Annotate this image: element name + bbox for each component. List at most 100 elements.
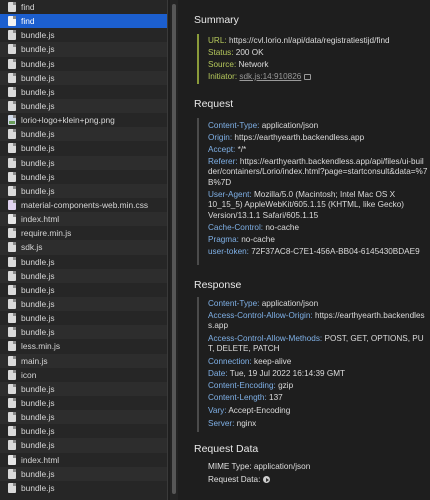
resource-row[interactable]: bundle.js: [0, 57, 167, 71]
resource-row[interactable]: bundle.js: [0, 42, 167, 57]
resource-row[interactable]: bundle.js: [0, 410, 167, 425]
resource-row[interactable]: bundle.js: [0, 381, 167, 396]
request-referer-value: https://earthyearth.backendless.app/api/…: [208, 157, 428, 187]
resource-row[interactable]: material-components-web.min.css: [0, 198, 167, 212]
response-content-length-key: Content-Length:: [208, 393, 267, 402]
resource-row[interactable]: bundle.js: [0, 424, 167, 438]
request-referer-key: Referer:: [208, 157, 238, 166]
resource-row[interactable]: bundle.js: [0, 325, 167, 340]
request-origin-key: Origin:: [208, 133, 233, 142]
response-connection-key: Connection:: [208, 357, 252, 366]
file-icon: [8, 101, 16, 112]
summary-divider: [197, 34, 199, 84]
file-icon: [8, 2, 16, 13]
resource-row[interactable]: bundle.js: [0, 183, 167, 198]
resource-list[interactable]: find find bundle.js bundle.js bundle.js bundl…: [0, 0, 168, 500]
resource-row[interactable]: bundle.js: [0, 170, 167, 184]
resource-row[interactable]: less.min.js: [0, 339, 167, 353]
resource-row[interactable]: bundle.js: [0, 155, 167, 170]
summary-status-key: Status:: [208, 48, 234, 57]
file-icon: [8, 426, 16, 437]
file-icon: [8, 86, 16, 97]
resource-name: bundle.js: [21, 44, 55, 55]
file-icon: [8, 16, 16, 27]
resource-name: bundle.js: [21, 383, 55, 394]
resource-row[interactable]: find: [0, 0, 167, 14]
go-to-arrow-icon[interactable]: [263, 476, 271, 483]
request-origin-value: https://earthyearth.backendless.app: [234, 133, 365, 142]
response-divider: [197, 297, 199, 432]
resource-row[interactable]: bundle.js: [0, 466, 167, 481]
open-in-tab-icon[interactable]: [304, 74, 312, 80]
file-icon: [8, 185, 16, 196]
request-data-mime: MIME Type: application/json: [208, 462, 428, 472]
resource-name: bundle.js: [21, 482, 55, 493]
resource-name: bundle.js: [21, 101, 55, 112]
resource-row[interactable]: bundle.js: [0, 85, 167, 99]
resource-row[interactable]: bundle.js: [0, 255, 167, 269]
summary-heading: Summary: [194, 14, 239, 26]
file-icon: [8, 72, 16, 83]
request-user-agent-key: User-Agent:: [208, 190, 252, 199]
file-icon: [8, 327, 16, 338]
resource-row[interactable]: bundle.js: [0, 396, 167, 410]
file-icon: [8, 171, 16, 182]
response-content-type: Content-Type: application/json: [208, 299, 428, 309]
resource-name: bundle.js: [21, 327, 55, 338]
resource-name: bundle.js: [21, 143, 55, 154]
resource-row[interactable]: main.js: [0, 353, 167, 368]
summary-url-value[interactable]: https://cvl.lorio.nl/api/data/registrati…: [229, 36, 390, 45]
resource-row[interactable]: bundle.js: [0, 70, 167, 85]
image-file-icon: [8, 115, 16, 126]
resource-name: bundle.js: [21, 313, 55, 324]
scrollbar-thumb[interactable]: [172, 4, 176, 494]
resource-name: find: [21, 2, 35, 13]
resource-row[interactable]: lorio+logo+klein+png.png: [0, 113, 167, 127]
resource-row[interactable]: bundle.js: [0, 311, 167, 325]
resource-name: bundle.js: [21, 468, 55, 479]
initiator-link[interactable]: sdk.js:14:910826: [239, 72, 301, 81]
file-icon: [8, 157, 16, 168]
summary-url: URL: https://cvl.lorio.nl/api/data/regis…: [208, 36, 428, 46]
file-icon: [8, 143, 16, 154]
resource-name: index.html: [21, 214, 60, 225]
resource-name: bundle.js: [21, 440, 55, 451]
resource-row[interactable]: require.min.js: [0, 226, 167, 240]
resource-name: require.min.js: [21, 228, 72, 239]
resource-row[interactable]: icon: [0, 368, 167, 382]
resource-row[interactable]: bundle.js: [0, 98, 167, 114]
resource-row[interactable]: bundle.js: [0, 296, 167, 312]
request-user-token: user-token: 72F37AC8-C7E1-456A-BB04-6145…: [208, 247, 428, 257]
request-user-token-key: user-token:: [208, 247, 249, 256]
request-accept: Accept: */*: [208, 145, 428, 155]
resource-name: bundle.js: [21, 157, 55, 168]
summary-source-key: Source:: [208, 60, 237, 69]
resource-row[interactable]: index.html: [0, 212, 167, 227]
response-content-encoding-value: gzip: [278, 381, 294, 390]
resource-row[interactable]: index.html: [0, 453, 167, 467]
request-data-body: Request Data:: [208, 475, 428, 485]
request-accept-value: */*: [237, 145, 247, 154]
response-content-type-value: application/json: [261, 299, 319, 308]
resource-name: main.js: [21, 355, 48, 366]
resource-row[interactable]: bundle.js: [0, 438, 167, 453]
response-server: Server: nginx: [208, 419, 428, 429]
resource-row[interactable]: bundle.js: [0, 481, 167, 495]
file-icon: [8, 30, 16, 41]
resource-name: bundle.js: [21, 86, 55, 97]
resource-row[interactable]: bundle.js: [0, 141, 167, 155]
resource-row[interactable]: bundle.js: [0, 283, 167, 297]
resource-row[interactable]: find: [0, 14, 167, 29]
request-content-type-key: Content-Type:: [208, 121, 260, 130]
resource-row[interactable]: sdk.js: [0, 240, 167, 255]
resource-name: bundle.js: [21, 299, 55, 310]
response-vary-key: Vary:: [208, 406, 227, 415]
resource-row[interactable]: bundle.js: [0, 127, 167, 142]
request-user-agent: User-Agent: Mozilla/5.0 (Macintosh; Inte…: [208, 190, 428, 221]
request-cache-control-key: Cache-Control:: [208, 223, 264, 232]
resource-row[interactable]: bundle.js: [0, 28, 167, 42]
resource-row[interactable]: bundle.js: [0, 268, 167, 283]
file-icon: [8, 270, 16, 281]
request-divider: [197, 118, 199, 265]
response-content-length: Content-Length: 137: [208, 393, 428, 403]
